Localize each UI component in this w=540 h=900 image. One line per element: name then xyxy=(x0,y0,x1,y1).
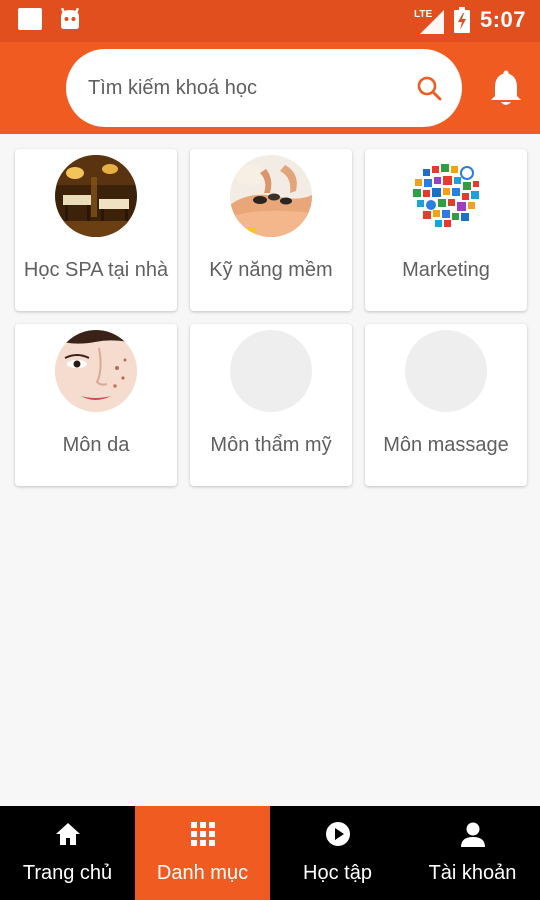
status-bar: LTE 5:07 xyxy=(0,0,540,42)
bottom-navigation: Trang chủ Danh mục Học tập Tài khoản xyxy=(0,806,540,900)
lte-signal-icon: LTE xyxy=(414,9,444,34)
play-circle-icon xyxy=(325,822,350,846)
status-left-icons xyxy=(18,8,82,30)
android-robot-icon xyxy=(61,8,79,29)
category-card-spa[interactable]: Học SPA tại nhà xyxy=(15,149,177,311)
nav-item-categories[interactable]: Danh mục xyxy=(135,806,270,900)
network-label: LTE xyxy=(414,9,432,20)
category-grid: Học SPA tại nhà Kỹ năng mềm Marketing Mô… xyxy=(15,149,527,486)
nav-item-account[interactable]: Tài khoản xyxy=(405,806,540,900)
notification-square-icon xyxy=(18,8,42,30)
category-label: Môn massage xyxy=(383,434,509,456)
user-icon xyxy=(460,822,485,847)
skin-face-photo xyxy=(55,330,137,412)
category-label: Môn da xyxy=(62,434,130,456)
search-icon[interactable] xyxy=(416,75,442,101)
category-card-soft-skills[interactable]: Kỹ năng mềm xyxy=(190,149,352,311)
status-time: 5:07 xyxy=(479,7,526,32)
spa-room-image xyxy=(55,155,137,237)
massage-stones-photo xyxy=(230,155,312,237)
skin-face-image xyxy=(55,330,137,412)
home-icon xyxy=(55,823,80,845)
search-input[interactable] xyxy=(88,76,416,100)
nav-label: Học tập xyxy=(303,862,372,884)
grid-icon xyxy=(190,822,215,846)
category-label: Học SPA tại nhà xyxy=(23,259,169,281)
category-card-marketing[interactable]: Marketing xyxy=(365,149,527,311)
nav-label: Danh mục xyxy=(156,862,249,884)
nav-item-home[interactable]: Trang chủ xyxy=(0,806,135,900)
nav-item-learning[interactable]: Học tập xyxy=(270,806,405,900)
search-bar[interactable] xyxy=(66,49,462,127)
app-header xyxy=(0,42,540,134)
status-right-icons: LTE 5:07 xyxy=(414,6,526,34)
category-label: Môn thẩm mỹ xyxy=(210,434,332,456)
category-card-skin[interactable]: Môn da xyxy=(15,324,177,486)
category-label: Kỹ năng mềm xyxy=(209,259,333,281)
battery-charging-icon xyxy=(453,7,470,33)
empty-thumbnail-placeholder xyxy=(405,330,487,412)
bell-icon[interactable] xyxy=(488,70,524,108)
category-card-aesthetics[interactable]: Môn thẩm mỹ xyxy=(190,324,352,486)
marketing-image xyxy=(405,155,487,237)
marketing-icons-cloud xyxy=(405,155,487,237)
spa-room-photo xyxy=(55,155,137,237)
massage-image xyxy=(230,155,312,237)
category-card-massage[interactable]: Môn massage xyxy=(365,324,527,486)
nav-label: Trang chủ xyxy=(22,862,113,884)
empty-thumbnail-placeholder xyxy=(230,330,312,412)
category-label: Marketing xyxy=(402,259,490,281)
nav-label: Tài khoản xyxy=(428,862,517,884)
